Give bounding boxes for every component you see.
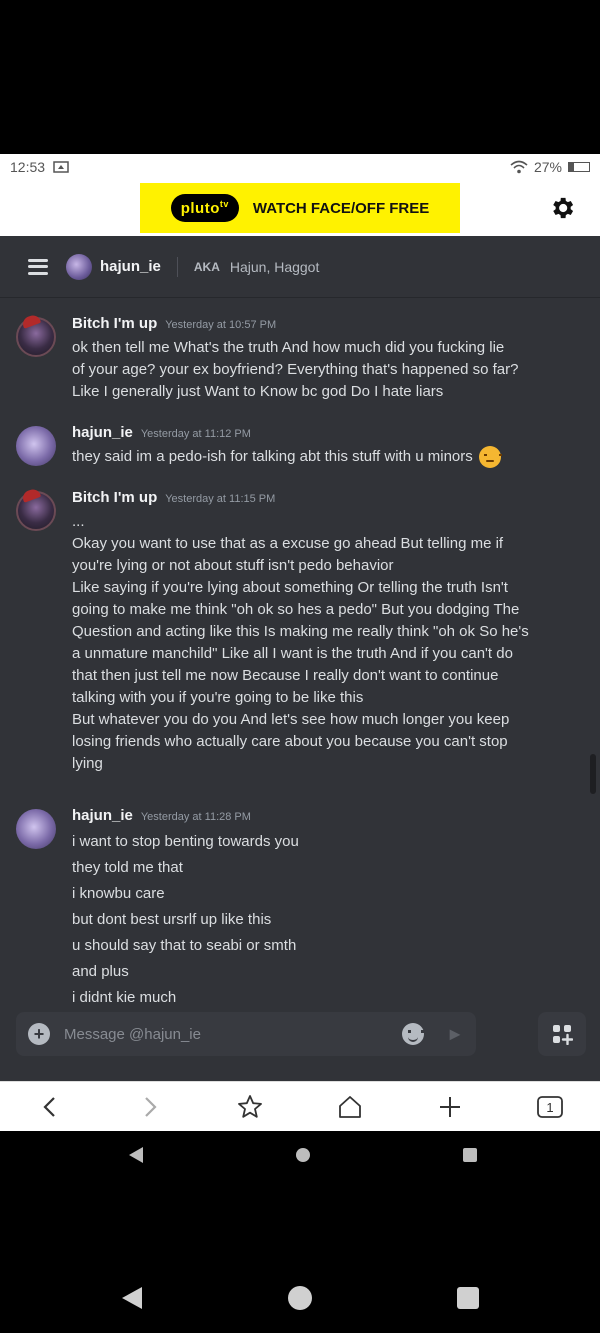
message-author[interactable]: hajun_ie [72,424,133,441]
message-author[interactable]: Bitch I'm up [72,489,157,506]
message-item: hajun_ie Yesterday at 11:28 PM i want to… [16,807,556,1011]
svg-text:1: 1 [546,1100,553,1115]
nav-back-icon[interactable] [120,1285,144,1311]
message-line: Like I generally just Want to Know bc go… [72,383,444,400]
nav-back-icon[interactable] [128,1146,144,1164]
screenshot-notification-icon [53,161,69,173]
message-item: Bitch I'm up Yesterday at 10:57 PM ok th… [16,315,556,403]
message-line: that then just tell me now Because I rea… [72,667,499,684]
apps-icon [553,1025,573,1045]
message-line: i want to stop benting towards you [72,833,299,850]
message-line: u should say that to seabi or smth [72,937,297,954]
dm-header: hajun_ie AKA Hajun, Haggot [0,236,600,298]
message-author[interactable]: hajun_ie [72,807,133,824]
forward-button[interactable] [130,1087,170,1127]
wifi-icon [510,160,528,174]
avatar[interactable] [16,317,56,357]
menu-icon[interactable] [28,258,48,275]
message-line: But whatever you do you And let's see ho… [72,711,510,728]
emoji-picker-icon[interactable] [402,1023,425,1045]
message-line: ... [72,513,85,530]
add-attachment-icon[interactable]: + [28,1023,50,1045]
nav-recents-icon[interactable] [456,1286,480,1310]
message-line: losing friends who actually care about y… [72,733,508,750]
message-line: talking with you if you're going to be l… [72,689,364,706]
home-button[interactable] [330,1087,370,1127]
discord-dm-view: hajun_ie AKA Hajun, Haggot Bitch I'm up … [0,236,600,1081]
plus-icon [440,1096,460,1117]
message-input[interactable]: Message @hajun_ie [64,1026,402,1043]
message-line: going to make me think "oh ok so hes a p… [72,601,520,618]
system-nav-bar [0,1280,600,1316]
message-line: and plus [72,963,129,980]
apps-button[interactable] [538,1012,586,1056]
new-tab-button[interactable] [430,1087,470,1127]
nav-home-icon[interactable] [295,1147,311,1163]
status-bar: 12:53 27% [0,154,600,180]
angry-face-emoji-icon [478,446,502,469]
message-line: i knowbu care [72,885,165,902]
message-line: they told me that [72,859,183,876]
battery-icon [568,162,590,172]
message-timestamp: Yesterday at 11:12 PM [140,428,251,440]
message-timestamp: Yesterday at 11:28 PM [140,811,251,823]
ad-bar: plutotv WATCH FACE/OFF FREE [0,180,600,236]
back-button[interactable] [30,1087,70,1127]
message-author[interactable]: Bitch I'm up [72,315,157,332]
header-username[interactable]: hajun_ie [100,258,161,275]
message-line: you're lying or not about stuff isn't pe… [72,557,394,574]
message-line: ok then tell me What's the truth And how… [72,339,505,356]
message-timestamp: Yesterday at 11:15 PM [165,493,276,505]
chevron-right-icon [145,1096,157,1117]
ad-banner[interactable]: plutotv WATCH FACE/OFF FREE [140,183,460,233]
message-composer[interactable]: + Message @hajun_ie ► [16,1012,476,1056]
nav-recents-icon[interactable] [462,1147,478,1163]
avatar[interactable] [16,426,56,466]
ad-text: WATCH FACE/OFF FREE [252,199,430,217]
message-line: of your age? your ex boyfriend? Everythi… [72,361,519,378]
message-line: lying [72,755,103,772]
send-icon[interactable]: ► [446,1024,464,1045]
bookmark-button[interactable] [230,1087,270,1127]
aka-names: Hajun, Haggot [229,258,320,275]
header-divider [176,256,178,277]
avatar[interactable] [16,491,56,531]
star-icon [238,1094,262,1118]
system-nav-bar [0,1140,600,1170]
scrollbar-thumb[interactable] [590,754,596,794]
nav-home-icon[interactable] [287,1285,313,1311]
tabs-icon: 1 [537,1095,563,1118]
aka-label: AKA [193,259,220,274]
message-line: a unmature manchild" Like all I want is … [72,645,513,662]
message-item: hajun_ie Yesterday at 11:12 PM they said… [16,424,556,469]
message-list: Bitch I'm up Yesterday at 10:57 PM ok th… [0,299,600,1011]
message-item: Bitch I'm up Yesterday at 11:15 PM ... O… [16,489,556,775]
message-line: Like saying if you're lying about someth… [72,579,508,596]
tabs-button[interactable]: 1 [530,1087,570,1127]
avatar[interactable] [16,809,56,849]
message-line: they said im a pedo-ish for talking abt … [72,446,556,469]
message-line: Okay you want to use that as a excuse go… [72,535,504,552]
status-time: 12:53 [10,159,46,175]
message-timestamp: Yesterday at 10:57 PM [165,319,277,331]
browser-toolbar: 1 [0,1081,600,1131]
gear-icon[interactable] [548,194,576,222]
chevron-left-icon [43,1096,55,1117]
home-icon [339,1095,361,1118]
header-avatar[interactable] [66,253,92,280]
message-line: but dont best ursrlf up like this [72,911,272,928]
message-line: Question and acting like this Is making … [72,623,529,640]
battery-percent: 27% [533,159,562,175]
top-black-area [0,0,600,154]
message-line: i didnt kie much [72,989,177,1006]
pluto-tv-logo: plutotv [170,194,239,222]
